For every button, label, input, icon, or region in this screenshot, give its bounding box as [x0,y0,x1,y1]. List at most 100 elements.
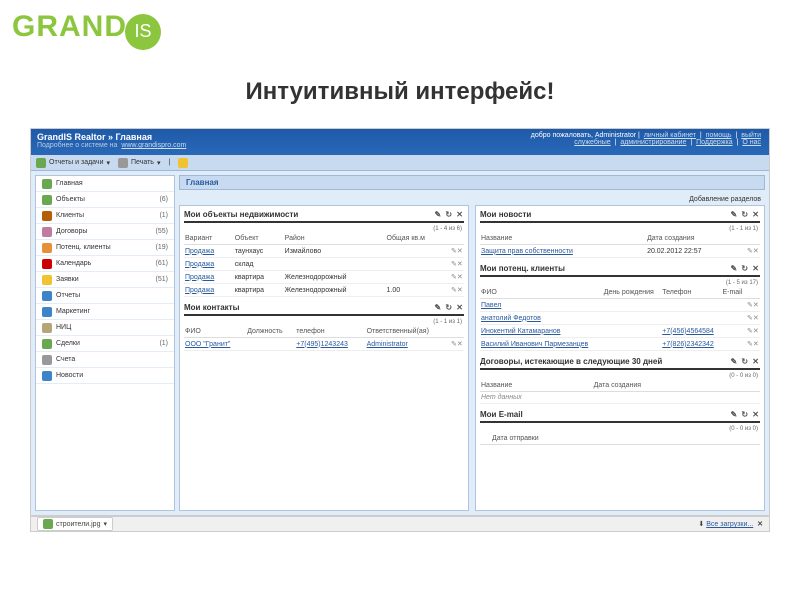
panel-title: Мои потенц. клиенты [480,264,565,273]
row-tools[interactable]: ✎✕ [746,338,760,351]
sidebar-item-11[interactable]: Счета [36,352,174,368]
link-cell[interactable]: анатолий Федотов [480,312,603,325]
link-cell[interactable]: Продажа [184,271,234,284]
row-tools[interactable]: ✎✕ [450,271,464,284]
sidebar-item-count: (1) [159,340,168,347]
panel-contacts: Мои контакты✎ ↻ ✕ (1 - 1 из 1) ФИОДолжно… [184,303,464,351]
link-cell[interactable] [661,299,721,312]
panel-potential: Мои потенц. клиенты✎ ↻ ✕ (1 - 5 из 17) Ф… [480,264,760,351]
sidebar-item-count: (55) [156,228,168,235]
panel-tools[interactable]: ✎ ↻ ✕ [730,264,760,273]
link-cell[interactable]: Продажа [184,284,234,297]
download-item[interactable]: строители.jpg ▾ [37,517,113,531]
sidebar-item-9[interactable]: НИЦ [36,320,174,336]
contacts-table: ФИОДолжностьтелефонОтветственный(ая) ООО… [184,326,464,351]
star-icon[interactable] [178,158,188,168]
link-cell[interactable]: Продажа [184,245,234,258]
logout-link[interactable]: выйти [741,132,761,139]
panel-tools[interactable]: ✎ ↻ ✕ [730,357,760,366]
admin-link[interactable]: администрирование [620,139,686,146]
link-cell[interactable]: Василий Иванович Пармезанцев [480,338,603,351]
sidebar-item-7[interactable]: Отчеты [36,288,174,304]
link-cell[interactable]: ООО "Гранит" [184,338,246,351]
panel-tools[interactable]: ✎ ↻ ✕ [730,410,760,419]
table-row: Инокентий Катамаранов +7(456)4564584 ✎✕ [480,325,760,338]
link-cell[interactable] [661,312,721,325]
link-cell[interactable]: +7(495)1243243 [295,338,365,351]
link-cell[interactable]: Защита прав собственности [480,245,646,258]
nav-icon [42,275,52,285]
site-link[interactable]: www.grandispro.com [121,142,186,149]
nav-icon [42,355,52,365]
sidebar-item-count: (1) [159,212,168,219]
sidebar-item-12[interactable]: Новости [36,368,174,384]
news-table: НазваниеДата создания Защита прав собств… [480,233,760,258]
about-link[interactable]: О нас [742,139,761,146]
panel-emails: Мои E-mail✎ ↻ ✕ (0 - 0 из 0) Дата отправ… [480,410,760,445]
logo-text-1: GRAND [12,10,127,43]
all-downloads-link[interactable]: Все загрузки... [706,521,753,528]
column-right: Мои новости✎ ↻ ✕ (1 - 1 из 1) НазваниеДа… [475,205,765,511]
help-link[interactable]: помощь [706,132,732,139]
divider: | [168,159,170,166]
nav-icon [42,243,52,253]
sidebar-item-label: Главная [56,180,83,187]
row-tools[interactable]: ✎✕ [746,299,760,312]
sidebar-item-2[interactable]: Клиенты(1) [36,208,174,224]
table-row: ПродажатаунхаусИзмайлово✎✕ [184,245,464,258]
support-link[interactable]: Поддержка [696,139,733,146]
sidebar-item-3[interactable]: Договоры(55) [36,224,174,240]
table-row: ПродажаквартираЖелезнодорожный1.00✎✕ [184,284,464,297]
table-row: Павел ✎✕ [480,299,760,312]
sidebar-item-5[interactable]: Календарь(61) [36,256,174,272]
sidebar-item-8[interactable]: Маркетинг [36,304,174,320]
sidebar-item-6[interactable]: Заявки(51) [36,272,174,288]
panel-title: Мои E-mail [480,410,523,419]
cabinet-link[interactable]: личный кабинет [644,132,696,139]
panel-tools[interactable]: ✎ ↻ ✕ [730,210,760,219]
pager: (0 - 0 из 0) [480,372,760,380]
link-cell[interactable]: +7(456)4564584 [661,325,721,338]
row-tools[interactable]: ✎✕ [746,312,760,325]
sidebar-item-label: Маркетинг [56,308,90,315]
pager: (0 - 0 из 0) [480,425,760,433]
contracts-table: НазваниеДата создания Нет данных [480,380,760,404]
row-tools[interactable]: ✎✕ [450,245,464,258]
empty-row: Нет данных [480,392,760,404]
sidebar-item-0[interactable]: Главная [36,176,174,192]
close-icon[interactable]: ✕ [757,521,763,528]
reports-button[interactable]: Отчеты и задачи ▾ [36,158,110,168]
print-button[interactable]: Печать ▾ [118,158,160,168]
link-cell[interactable]: Павел [480,299,603,312]
row-tools[interactable]: ✎✕ [450,258,464,271]
panel-tools[interactable]: ✎ ↻ ✕ [434,303,464,312]
printer-icon [118,158,128,168]
link-cell[interactable]: Продажа [184,258,234,271]
nav-icon [42,307,52,317]
add-section-button[interactable]: Добавление разделов [179,194,765,205]
sidebar-item-label: Сделки [56,340,80,347]
panel-tools[interactable]: ✎ ↻ ✕ [434,210,464,219]
app-window: GrandIS Realtor » Главная Подробнее о си… [30,128,770,516]
settings-link[interactable]: служебные [574,139,610,146]
app-title: GrandIS Realtor » Главная [37,132,188,142]
row-tools[interactable]: ✎✕ [450,338,464,351]
row-tools[interactable]: ✎✕ [746,325,760,338]
panel-title: Договоры, истекающие в следующие 30 дней [480,357,662,366]
sidebar-item-10[interactable]: Сделки (1) [36,336,174,352]
nav-icon [42,259,52,269]
sidebar-item-label: Заявки [56,276,79,283]
link-cell[interactable]: Administrator [366,338,450,351]
link-cell[interactable]: +7(826)2342342 [661,338,721,351]
table-row: Продажасклад✎✕ [184,258,464,271]
row-tools[interactable]: ✎✕ [450,284,464,297]
sidebar: Главная Объекты(6)Клиенты(1)Договоры(55)П… [35,175,175,511]
row-tools[interactable]: ✎✕ [746,245,760,258]
checklist-icon [36,158,46,168]
sidebar-item-1[interactable]: Объекты(6) [36,192,174,208]
link-cell[interactable]: Инокентий Катамаранов [480,325,603,338]
download-bar: строители.jpg ▾ ⬇ Все загрузки... ✕ [30,516,770,532]
sidebar-item-4[interactable]: Потенц. клиенты(19) [36,240,174,256]
sidebar-item-label: Счета [56,356,75,363]
pager: (1 - 1 из 1) [184,318,464,326]
